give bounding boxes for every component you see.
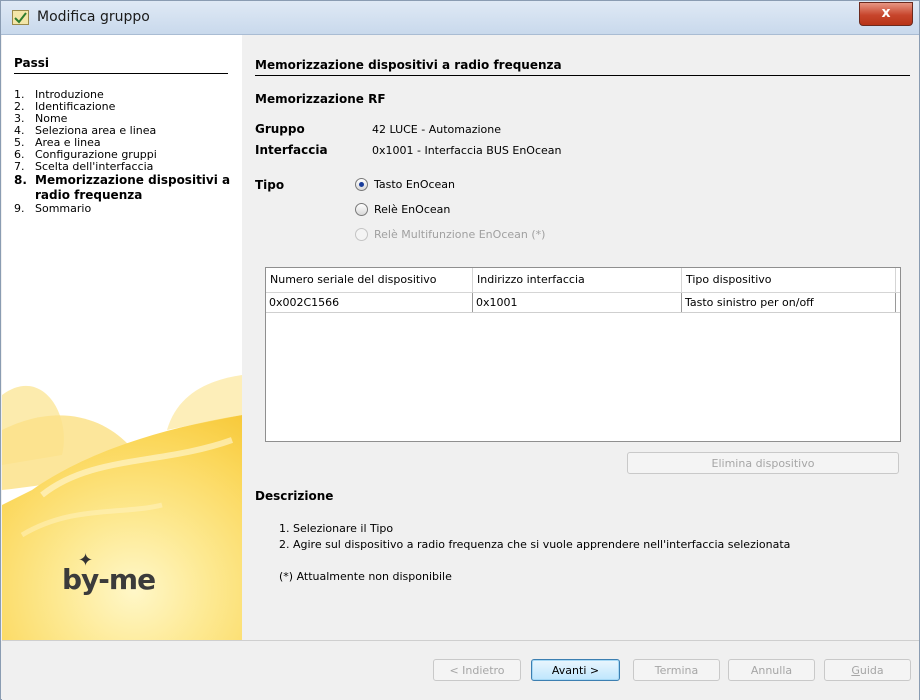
radio-rele-enocean[interactable]: Relè EnOcean: [355, 203, 450, 216]
title-bar[interactable]: Modifica gruppo x: [1, 1, 919, 35]
cell-type: Tasto sinistro per on/off: [682, 293, 896, 312]
description-title: Descrizione: [255, 489, 334, 503]
radio-icon: [355, 228, 368, 241]
step-item: 9. Sommario: [14, 202, 92, 215]
tipo-label: Tipo: [255, 178, 285, 192]
radio-tasto-enocean[interactable]: Tasto EnOcean: [355, 178, 455, 191]
column-header-type[interactable]: Tipo dispositivo: [682, 268, 896, 292]
app-icon: [12, 10, 29, 25]
column-header-serial[interactable]: Numero seriale del dispositivo: [266, 268, 473, 292]
steps-sidebar: Passi 1. Introduzione 2. Identificazione 3…: [2, 35, 242, 640]
interfaccia-value: 0x1001 - Interfaccia BUS EnOcean: [372, 144, 562, 157]
page-title: Memorizzazione dispositivi a radio frequ…: [255, 58, 910, 76]
help-mnemonic: G: [851, 664, 860, 677]
column-header-address[interactable]: Indirizzo interfaccia: [473, 268, 682, 292]
radio-icon: [355, 203, 368, 216]
window-title: Modifica gruppo: [37, 9, 150, 25]
step-item-active: 8. Memorizzazione dispositivi a radio fre…: [14, 173, 231, 202]
gruppo-label: Gruppo: [255, 122, 305, 136]
dialog-window: Modifica gruppo x Passi 1. Introduzione …: [0, 0, 920, 700]
close-button[interactable]: x: [859, 2, 913, 26]
cell-address: 0x1001: [473, 293, 682, 312]
radio-selected-icon: [355, 178, 368, 191]
wizard-footer: < Indietro Avanti > Termina Annulla Guid…: [2, 640, 919, 700]
section-subtitle: Memorizzazione RF: [255, 92, 386, 106]
delete-device-button[interactable]: Elimina dispositivo: [627, 452, 899, 474]
byme-logo: by-me: [62, 563, 156, 596]
radio-rele-multifunzione: Relè Multifunzione EnOcean (*): [355, 228, 545, 241]
description-line: 1. Selezionare il Tipo: [279, 522, 394, 535]
description-note: (*) Attualmente non disponibile: [279, 570, 452, 583]
interfaccia-label: Interfaccia: [255, 143, 328, 157]
cancel-button[interactable]: Annulla: [728, 659, 815, 681]
description-line: 2. Agire sul dispositivo a radio frequen…: [279, 538, 791, 551]
next-button[interactable]: Avanti >: [531, 659, 620, 681]
help-label: uida: [859, 664, 884, 677]
step-item: 7. Scelta dell'interfaccia: [14, 160, 154, 173]
close-icon: x: [881, 5, 891, 21]
sidebar-title: Passi: [14, 56, 228, 74]
table-header: Numero seriale del dispositivo Indirizzo…: [266, 268, 900, 293]
help-button[interactable]: Guida: [824, 659, 911, 681]
steps-list: 1. Introduzione 2. Identificazione 3. Nome …: [14, 89, 236, 215]
gruppo-value: 42 LUCE - Automazione: [372, 123, 502, 136]
finish-button[interactable]: Termina: [633, 659, 720, 681]
back-button[interactable]: < Indietro: [433, 659, 521, 681]
table-row[interactable]: 0x002C1566 0x1001 Tasto sinistro per on/…: [266, 293, 900, 313]
devices-table[interactable]: Numero seriale del dispositivo Indirizzo…: [265, 267, 901, 442]
main-panel: Memorizzazione dispositivi a radio frequ…: [242, 35, 919, 640]
cell-serial: 0x002C1566: [266, 293, 473, 312]
